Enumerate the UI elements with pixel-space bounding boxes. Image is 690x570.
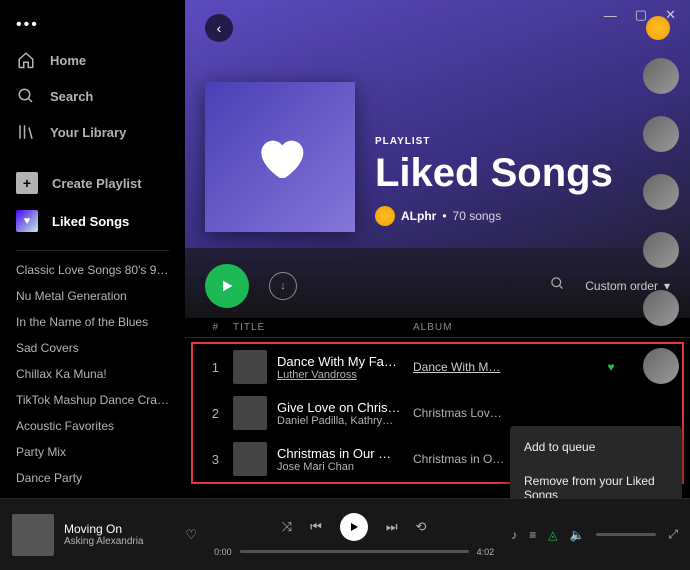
now-playing-bar: Moving On Asking Alexandria ♡ ⤨ ⏮ ⏭ ⟲ 0:… (0, 498, 690, 570)
lyrics-button[interactable]: ♪ (511, 528, 517, 542)
maximize-button[interactable]: ▢ (635, 7, 647, 23)
back-button[interactable]: ‹ (205, 14, 233, 42)
friend-avatar[interactable] (643, 348, 679, 384)
track-name: Dance With My Fa… (277, 354, 413, 369)
nav-create-label: Create Playlist (52, 176, 142, 191)
playlist-title: Liked Songs (375, 151, 613, 196)
friend-avatar[interactable] (643, 232, 679, 268)
window-titlebar: — ▢ ✕ (590, 0, 690, 30)
playlist-meta: ALphr • 70 songs (375, 206, 613, 226)
table-header: # TITLE ALBUM (185, 318, 690, 338)
play-button[interactable] (205, 264, 249, 308)
like-button[interactable]: ♡ (185, 527, 197, 543)
owner-name[interactable]: ALphr (401, 209, 436, 223)
track-number: 3 (205, 452, 233, 467)
friend-avatar[interactable] (643, 174, 679, 210)
playlist-cover (205, 82, 355, 232)
menu-dots[interactable]: ••• (0, 8, 185, 42)
download-button[interactable]: ↓ (269, 272, 297, 300)
search-tracks-button[interactable] (550, 276, 565, 296)
track-artist[interactable]: Luther Vandross (277, 369, 413, 381)
track-number: 1 (205, 360, 233, 375)
track-artist[interactable]: Jose Mari Chan (277, 461, 413, 473)
friends-activity (632, 32, 690, 384)
time-total: 4:02 (477, 547, 495, 557)
playlist-item[interactable]: Sad Covers (0, 335, 185, 361)
track-art (233, 442, 267, 476)
track-name: Give Love on Chris… (277, 400, 413, 415)
track-album[interactable]: Christmas Lov… (413, 406, 596, 420)
library-icon (16, 122, 36, 142)
volume-icon[interactable]: 🔈 (569, 528, 584, 542)
queue-button[interactable]: ≡ (529, 528, 536, 542)
friend-avatar[interactable] (643, 290, 679, 326)
playlist-item[interactable]: Chillax Ka Muna! (0, 361, 185, 387)
nav-home[interactable]: Home (0, 42, 185, 78)
playlist-label: PLAYLIST (375, 136, 613, 147)
playlist-item[interactable]: Dance Party (0, 465, 185, 491)
track-row[interactable]: 1 Dance With My Fa…Luther VandrossDance W… (193, 344, 682, 390)
playlist-item[interactable]: Nu Metal Generation (0, 283, 185, 309)
next-button[interactable]: ⏭ (386, 519, 398, 535)
nav-search[interactable]: Search (0, 78, 185, 114)
fullscreen-button[interactable]: ⤢ (668, 527, 678, 542)
playlist-item[interactable]: Party Mix (0, 439, 185, 465)
track-art (233, 350, 267, 384)
friend-avatar[interactable] (643, 58, 679, 94)
nav-liked-label: Liked Songs (52, 214, 129, 229)
sidebar: ••• Home Search Your Library + Create Pl… (0, 0, 185, 570)
heart-icon (252, 129, 308, 185)
nav-create-playlist[interactable]: + Create Playlist (0, 164, 185, 202)
devices-button[interactable]: ◬ (548, 528, 557, 542)
minimize-button[interactable]: — (604, 8, 617, 23)
shuffle-button[interactable]: ⤨ (282, 519, 292, 535)
heart-icon: ♥ (16, 210, 38, 232)
plus-icon: + (16, 172, 38, 194)
sidebar-divider (16, 250, 169, 251)
cm-add-queue[interactable]: Add to queue (510, 430, 682, 464)
track-liked-icon[interactable]: ♥ (596, 360, 626, 374)
playlist-item[interactable]: Acoustic Favorites (0, 413, 185, 439)
friend-avatar[interactable] (643, 116, 679, 152)
home-icon (16, 50, 36, 70)
hero: ‹ PLAYLIST Liked Songs ALphr • 70 songs (185, 0, 690, 248)
owner-avatar (375, 206, 395, 226)
nav-library[interactable]: Your Library (0, 114, 185, 150)
song-count: 70 songs (453, 209, 502, 223)
time-current: 0:00 (214, 547, 232, 557)
now-playing-title[interactable]: Moving On (64, 522, 175, 536)
close-button[interactable]: ✕ (665, 7, 676, 23)
col-number: # (205, 322, 233, 333)
toolbar: ↓ Custom order ▾ (185, 248, 690, 318)
track-artist[interactable]: Daniel Padilla, Kathry… (277, 415, 413, 427)
playlist-item[interactable]: TikTok Mashup Dance Craze… (0, 387, 185, 413)
track-album[interactable]: Dance With M… (413, 360, 596, 374)
track-name: Christmas in Our … (277, 446, 413, 461)
playlist-item[interactable]: Classic Love Songs 80's 90's (0, 257, 185, 283)
track-art (233, 396, 267, 430)
repeat-button[interactable]: ⟲ (416, 519, 427, 535)
seek-bar[interactable] (240, 550, 469, 553)
prev-button[interactable]: ⏮ (310, 519, 322, 535)
nav-liked-songs[interactable]: ♥ Liked Songs (0, 202, 185, 240)
col-title: TITLE (233, 322, 413, 333)
nav-search-label: Search (50, 89, 93, 104)
nav-library-label: Your Library (50, 125, 126, 140)
volume-bar[interactable] (596, 533, 656, 536)
now-playing-artist[interactable]: Asking Alexandria (64, 536, 175, 547)
nav-home-label: Home (50, 53, 86, 68)
play-pause-button[interactable] (340, 513, 368, 541)
search-icon (16, 86, 36, 106)
playlist-item[interactable]: In the Name of the Blues (0, 309, 185, 335)
now-playing-art[interactable] (12, 514, 54, 556)
track-number: 2 (205, 406, 233, 421)
